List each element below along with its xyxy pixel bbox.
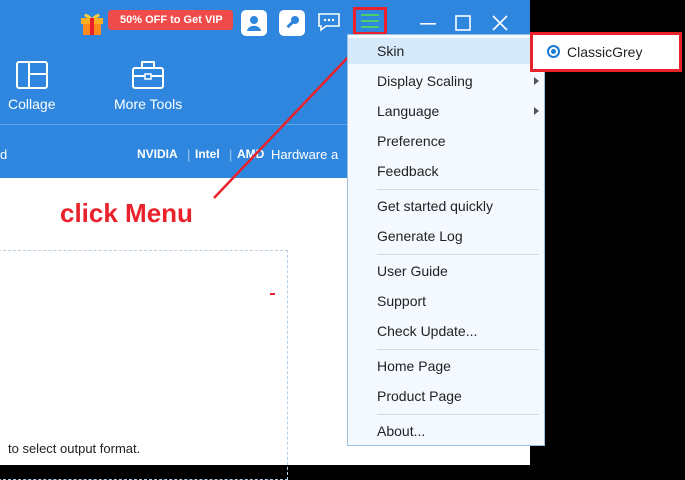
menu-item-language[interactable]: Language xyxy=(348,98,544,124)
menu-separator xyxy=(377,254,539,255)
menu-item-label: Skin xyxy=(377,43,405,59)
menu-item-get-started[interactable]: Get started quickly xyxy=(348,193,544,219)
menu-item-check-update[interactable]: Check Update... xyxy=(348,318,544,344)
menu-item-label: Language xyxy=(377,103,440,119)
menu-item-feedback[interactable]: Feedback xyxy=(348,158,544,184)
skin-option-label: ClassicGrey xyxy=(567,44,643,60)
skin-submenu: ClassicGrey xyxy=(530,32,682,72)
menu-item-support[interactable]: Support xyxy=(348,288,544,314)
skin-option-classicgrey[interactable]: ClassicGrey xyxy=(547,44,642,60)
annotation-label: click Menu xyxy=(60,198,193,228)
menu-item-skin[interactable]: Skin xyxy=(348,38,544,64)
main-menu-dropdown: Skin Display Scaling Language Preference… xyxy=(347,34,545,446)
menu-item-generate-log[interactable]: Generate Log xyxy=(348,223,544,249)
menu-item-user-guide[interactable]: User Guide xyxy=(348,258,544,284)
menu-separator xyxy=(377,414,539,415)
submenu-arrow-icon xyxy=(534,77,539,85)
menu-item-label: Display Scaling xyxy=(377,73,473,89)
menu-separator xyxy=(377,349,539,350)
menu-item-home-page[interactable]: Home Page xyxy=(348,353,544,379)
menu-item-product-page[interactable]: Product Page xyxy=(348,383,544,409)
menu-item-preference[interactable]: Preference xyxy=(348,128,544,154)
menu-separator xyxy=(377,189,539,190)
radio-selected-icon xyxy=(547,45,560,58)
menu-item-display-scaling[interactable]: Display Scaling xyxy=(348,68,544,94)
submenu-arrow-icon xyxy=(534,107,539,115)
menu-item-about[interactable]: About... xyxy=(348,418,544,444)
